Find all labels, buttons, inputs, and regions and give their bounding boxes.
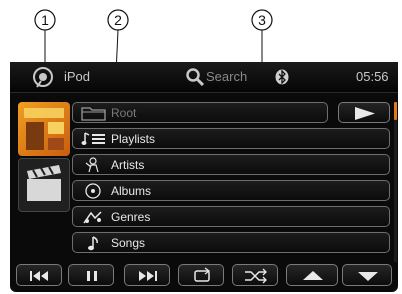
menu-item-label: Albums — [111, 184, 152, 198]
pause-icon — [87, 271, 97, 281]
list-scrollbar[interactable] — [394, 102, 397, 262]
album-art-thumbnail[interactable] — [18, 102, 70, 156]
menu-item-artists[interactable]: Artists — [72, 154, 390, 175]
menu-item-albums[interactable]: Albums — [72, 180, 390, 201]
control-bar — [10, 264, 398, 292]
search-icon — [186, 68, 204, 86]
scroll-up-button[interactable] — [286, 264, 338, 286]
album-icon — [85, 183, 101, 199]
song-icon — [88, 236, 98, 251]
menu-item-label: Songs — [111, 236, 146, 250]
ipod-source-icon[interactable] — [32, 66, 54, 88]
bluetooth-icon — [275, 69, 289, 85]
scroll-down-button[interactable] — [342, 264, 392, 286]
root-label: Root — [111, 106, 137, 120]
callout-2: 2 — [114, 12, 122, 28]
shuffle-icon — [245, 268, 267, 284]
previous-button[interactable] — [16, 264, 62, 286]
callout-annotations: 1 2 3 — [0, 0, 402, 70]
clock: 05:56 — [356, 69, 389, 84]
previous-icon — [30, 271, 48, 281]
folder-icon — [81, 107, 106, 121]
callout-1: 1 — [41, 12, 49, 28]
next-button[interactable] — [124, 264, 170, 286]
play-button[interactable] — [338, 102, 390, 123]
genre-icon — [83, 211, 102, 224]
clapperboard-icon — [27, 165, 61, 201]
browser-content: Root Playlists Artists Albums Genres Son… — [10, 94, 398, 264]
artist-icon — [85, 157, 99, 173]
video-thumbnail[interactable] — [18, 158, 70, 212]
scrollbar-thumb[interactable] — [394, 102, 397, 120]
menu-item-playlists[interactable]: Playlists — [72, 128, 390, 149]
playlist-icon — [81, 132, 105, 145]
play-icon — [355, 107, 375, 120]
playlist-art-icon — [24, 108, 64, 150]
source-label: iPod — [64, 69, 91, 84]
menu-item-songs[interactable]: Songs — [72, 232, 390, 253]
next-icon — [139, 271, 157, 281]
menu-item-label: Playlists — [111, 132, 156, 146]
search-label: Search — [206, 69, 248, 84]
callout-3: 3 — [258, 12, 266, 28]
menu-item-label: Artists — [111, 158, 145, 172]
repeat-icon — [194, 267, 211, 282]
repeat-button[interactable] — [178, 264, 224, 286]
root-folder-row[interactable]: Root — [72, 102, 328, 123]
status-bar: iPod Search 05:56 — [10, 62, 398, 93]
search-button[interactable]: Search — [186, 62, 266, 92]
menu-item-genres[interactable]: Genres — [72, 206, 390, 227]
scroll-down-icon — [358, 272, 378, 281]
scroll-up-icon — [303, 271, 323, 280]
menu-item-label: Genres — [111, 210, 151, 224]
ipod-browser-screen: iPod Search 05:56 Root Playlists Artists… — [10, 62, 398, 292]
shuffle-button[interactable] — [232, 264, 278, 286]
pause-button[interactable] — [68, 264, 114, 286]
callout-leader-lines — [34, 9, 273, 70]
